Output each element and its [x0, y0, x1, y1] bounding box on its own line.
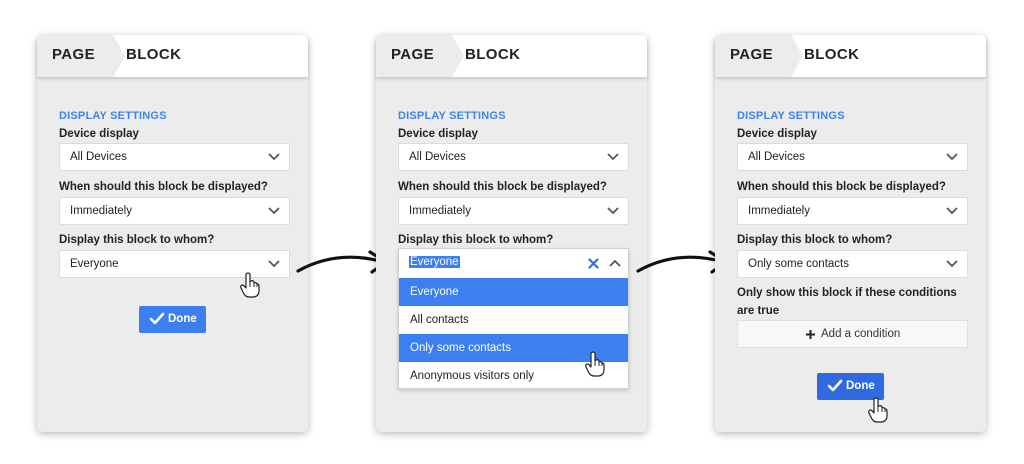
device-display-label: Device display [398, 128, 478, 140]
option-label: Anonymous visitors only [410, 370, 534, 382]
hand-cursor-icon [585, 351, 605, 377]
option-label: All contacts [410, 314, 469, 326]
chevron-down-icon [268, 207, 280, 215]
chevron-down-icon [946, 207, 958, 215]
audience-label: Display this block to whom? [737, 234, 893, 246]
section-title: DISPLAY SETTINGS [59, 110, 167, 122]
block-settings-panel-step-1: PAGE BLOCK DISPLAY SETTINGS Device displ… [37, 35, 308, 432]
hand-cursor-icon [240, 272, 260, 298]
breadcrumb-block: BLOCK [465, 46, 521, 63]
section-title: DISPLAY SETTINGS [737, 110, 845, 122]
display-timing-label: When should this block be displayed? [398, 181, 607, 193]
block-settings-panel-step-3: PAGE BLOCK DISPLAY SETTINGS Device displ… [715, 35, 986, 432]
display-timing-value: Immediately [70, 205, 132, 217]
display-timing-label: When should this block be displayed? [59, 181, 268, 193]
audience-value: Only some contacts [748, 258, 849, 270]
breadcrumb-page[interactable]: PAGE [52, 46, 95, 63]
conditions-label-line-1: Only show this block if these conditions [737, 287, 957, 299]
device-display-value: All Devices [748, 151, 805, 163]
device-display-select[interactable]: All Devices [737, 143, 968, 171]
conditions-label-line-2: are true [737, 305, 780, 317]
done-button[interactable]: Done [139, 306, 206, 333]
breadcrumb-page[interactable]: PAGE [730, 46, 773, 63]
option-everyone[interactable]: Everyone [399, 278, 628, 306]
section-title: DISPLAY SETTINGS [398, 110, 506, 122]
audience-label: Display this block to whom? [398, 234, 554, 246]
display-timing-value: Immediately [748, 205, 810, 217]
plus-icon [806, 330, 815, 339]
device-display-select[interactable]: All Devices [398, 143, 629, 171]
audience-select[interactable]: Only some contacts [737, 250, 968, 278]
display-timing-select[interactable]: Immediately [737, 197, 968, 225]
done-button[interactable]: Done [817, 373, 884, 400]
done-button-label: Done [168, 313, 197, 325]
panel-header: PAGE BLOCK [715, 35, 986, 77]
device-display-value: All Devices [409, 151, 466, 163]
audience-label: Display this block to whom? [59, 234, 215, 246]
audience-value: Everyone [70, 258, 119, 270]
breadcrumb-block: BLOCK [126, 46, 182, 63]
device-display-value: All Devices [70, 151, 127, 163]
chevron-up-icon[interactable] [608, 258, 622, 268]
chevron-down-icon [946, 153, 958, 161]
chevron-down-icon [607, 153, 619, 161]
device-display-select[interactable]: All Devices [59, 143, 290, 171]
chevron-down-icon [268, 260, 280, 268]
audience-selected-text: Everyone [409, 256, 460, 268]
checkmark-icon [827, 379, 843, 392]
display-timing-label: When should this block be displayed? [737, 181, 946, 193]
checkmark-icon [149, 312, 165, 325]
chevron-down-icon [268, 153, 280, 161]
block-settings-panel-step-2: PAGE BLOCK DISPLAY SETTINGS Device displ… [376, 35, 647, 432]
panel-header: PAGE BLOCK [376, 35, 647, 77]
option-label: Everyone [410, 286, 459, 298]
done-button-label: Done [846, 380, 875, 392]
close-icon[interactable] [588, 258, 599, 269]
option-label: Only some contacts [410, 342, 511, 354]
hand-cursor-icon [868, 397, 888, 423]
breadcrumb-block: BLOCK [804, 46, 860, 63]
device-display-label: Device display [737, 128, 817, 140]
option-all-contacts[interactable]: All contacts [399, 306, 628, 334]
chevron-down-icon [607, 207, 619, 215]
display-timing-select[interactable]: Immediately [59, 197, 290, 225]
add-condition-button[interactable]: Add a condition [737, 320, 968, 348]
add-condition-label: Add a condition [821, 328, 901, 340]
breadcrumb-page[interactable]: PAGE [391, 46, 434, 63]
panel-header: PAGE BLOCK [37, 35, 308, 77]
display-timing-select[interactable]: Immediately [398, 197, 629, 225]
chevron-down-icon [946, 260, 958, 268]
device-display-label: Device display [59, 128, 139, 140]
display-timing-value: Immediately [409, 205, 471, 217]
audience-search-input[interactable]: Everyone [399, 249, 628, 277]
